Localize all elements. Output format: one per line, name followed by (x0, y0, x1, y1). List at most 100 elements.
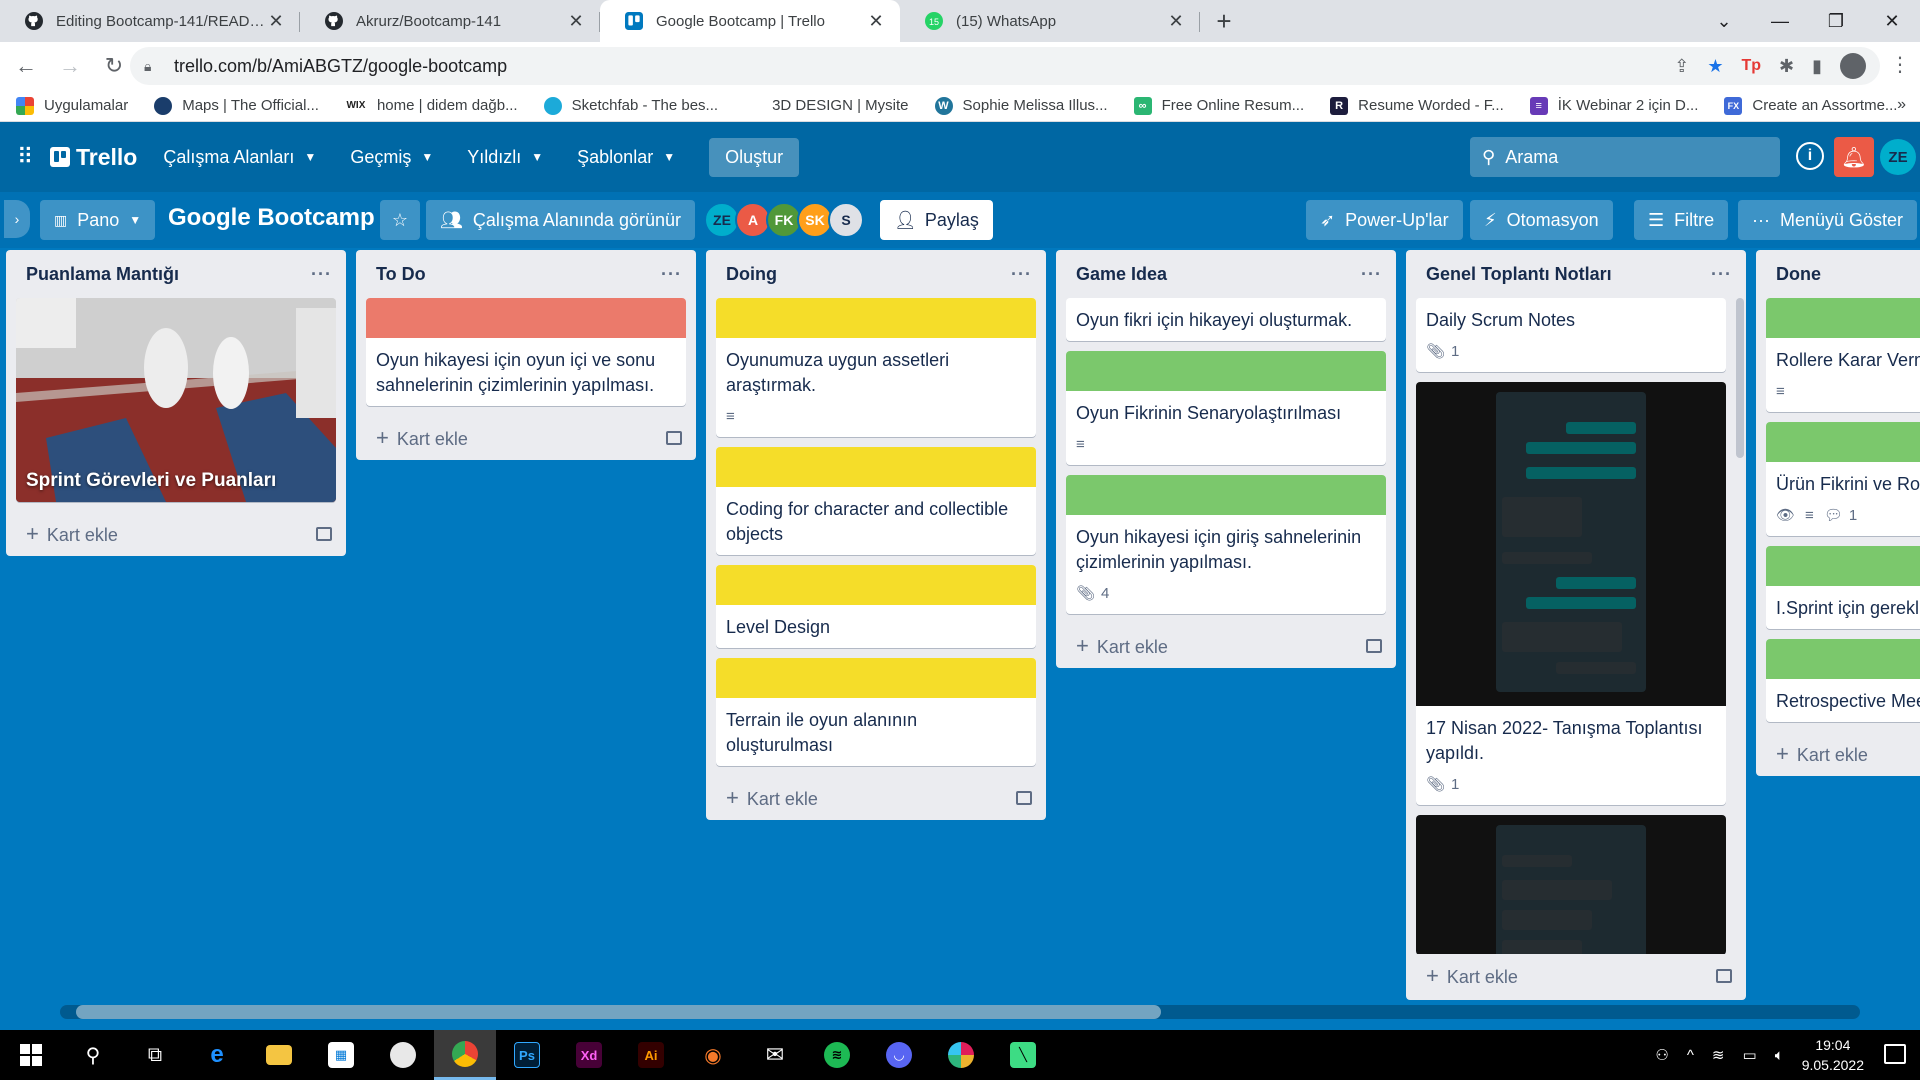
close-tab-icon[interactable]: ✕ (566, 11, 586, 32)
extensions-puzzle-icon[interactable]: ✱ (1779, 56, 1794, 77)
browser-tab-repo[interactable]: Akrurz/Bootcamp-141 ✕ (300, 0, 600, 42)
slack-icon[interactable] (930, 1030, 992, 1080)
spotify-icon[interactable]: ≋ (806, 1030, 868, 1080)
close-tab-icon[interactable]: ✕ (266, 11, 286, 32)
back-button[interactable]: ← (8, 48, 44, 84)
wifi-icon[interactable]: ≋ (1712, 1046, 1725, 1064)
menu-recent[interactable]: Geçmiş ▼ (350, 147, 433, 168)
task-view-icon[interactable]: ⧉ (124, 1030, 186, 1080)
bookmark-ik-webinar[interactable]: ≡ İK Webinar 2 için D... (1529, 96, 1698, 115)
list-title[interactable]: Doing (726, 264, 777, 285)
card[interactable]: Level Design (716, 565, 1036, 648)
show-menu-button[interactable]: ··· Menüyü Göster (1738, 200, 1918, 240)
browser-tab-trello[interactable]: Google Bootcamp | Trello ✕ (600, 0, 900, 42)
info-icon[interactable]: i (1796, 142, 1824, 170)
search-icon[interactable]: ⚲ (62, 1030, 124, 1080)
card[interactable]: Oyun hikayesi için oyun içi ve sonu sahn… (366, 298, 686, 406)
automation-button[interactable]: ⚡︎ Otomasyon (1470, 200, 1613, 240)
card-template-icon[interactable] (1366, 639, 1382, 653)
card[interactable]: Oyun fikri için hikayeyi oluşturmak. (1066, 298, 1386, 341)
list-title[interactable]: Done (1776, 264, 1821, 285)
share-button[interactable]: 👤︎ Paylaş (880, 200, 993, 240)
card[interactable] (1416, 815, 1726, 954)
bookmark-3d-design[interactable]: 3D DESIGN | Mysite (744, 97, 908, 115)
board-title[interactable]: Google Bootcamp (168, 204, 375, 232)
card-template-icon[interactable] (1016, 791, 1032, 805)
card[interactable]: Oyunumuza uygun assetleri araştırmak. ≡ (716, 298, 1036, 437)
file-explorer-icon[interactable] (248, 1030, 310, 1080)
bookmark-resume[interactable]: ∞ Free Online Resum... (1133, 96, 1304, 115)
editor-icon[interactable]: ╲ (992, 1030, 1054, 1080)
bookmark-resume-worded[interactable]: R Resume Worded - F... (1330, 96, 1504, 115)
mail-icon[interactable]: ✉︎ (744, 1030, 806, 1080)
bookmark-wix[interactable]: WIX home | didem dağb... (345, 97, 517, 115)
volume-icon[interactable]: 🔈︎ (1775, 1047, 1784, 1064)
list-menu-icon[interactable]: ··· (1011, 264, 1032, 285)
board-view-switcher[interactable]: ▥ Pano ▼ (40, 200, 156, 240)
browser-menu-icon[interactable]: ⋮ (1890, 52, 1910, 77)
card-template-icon[interactable] (666, 431, 682, 445)
store-icon[interactable]: ▦ (310, 1030, 372, 1080)
clock[interactable]: 19:04 9.05.2022 (1802, 1035, 1864, 1075)
notification-bell-icon[interactable]: 🔔︎ (1834, 137, 1874, 177)
more-bookmarks-icon[interactable]: » (1897, 96, 1906, 114)
powerups-button[interactable]: ➶ Power-Up'lar (1306, 200, 1463, 240)
card[interactable]: Coding for character and collectible obj… (716, 447, 1036, 555)
tab-search-icon[interactable]: ⌄ (1696, 0, 1752, 42)
add-card-button[interactable]: + Kart ekle (356, 416, 696, 460)
minimize-button[interactable]: — (1752, 0, 1808, 42)
bookmark-assortment[interactable]: FX Create an Assortme... (1724, 96, 1897, 115)
discord-icon[interactable]: ◡ (868, 1030, 930, 1080)
list-title[interactable]: Game Idea (1076, 264, 1167, 285)
add-card-button[interactable]: + Kart ekle (1056, 624, 1396, 668)
card[interactable]: Daily Scrum Notes 📎︎ 1 (1416, 298, 1726, 372)
star-board-button[interactable]: ☆ (380, 200, 420, 240)
new-tab-button[interactable]: + (1204, 0, 1244, 42)
list-menu-icon[interactable]: ··· (1361, 264, 1382, 285)
reload-button[interactable]: ↻ (96, 48, 132, 84)
member-avatar[interactable]: S (828, 202, 864, 238)
list-title[interactable]: Genel Toplantı Notları (1426, 264, 1612, 285)
browser-tab-whatsapp[interactable]: 15 (15) WhatsApp ✕ (900, 0, 1200, 42)
menu-starred[interactable]: Yıldızlı ▼ (467, 147, 543, 168)
list-menu-icon[interactable]: ··· (311, 264, 332, 285)
card[interactable]: Terrain ile oyun alanının oluşturulması (716, 658, 1036, 766)
chrome-icon[interactable] (434, 1030, 496, 1080)
browser-tab-readme[interactable]: Editing Bootcamp-141/README. ✕ (0, 0, 300, 42)
card[interactable]: Rollere Karar Verme ≡ (1766, 298, 1920, 412)
card[interactable]: Sprint Görevleri ve Puanları (16, 298, 336, 502)
filter-button[interactable]: ☰ Filtre (1634, 200, 1729, 240)
scrollbar-thumb[interactable] (76, 1005, 1161, 1019)
bookmark-sophie[interactable]: W Sophie Melissa Illus... (934, 96, 1108, 115)
maximize-button[interactable]: ❐ (1808, 0, 1864, 42)
list-title[interactable]: Puanlama Mantığı (26, 264, 179, 285)
adobe-xd-icon[interactable]: Xd (558, 1030, 620, 1080)
visibility-button[interactable]: 👥︎ Çalışma Alanında görünür (426, 200, 695, 240)
add-card-button[interactable]: + Kart ekle (6, 512, 346, 556)
card[interactable]: Retrospective Meet (1766, 639, 1920, 722)
edge-icon[interactable]: e (186, 1030, 248, 1080)
close-window-button[interactable]: ✕ (1864, 0, 1920, 42)
add-card-button[interactable]: + Kart ekle (706, 776, 1046, 820)
windows-start-icon[interactable] (0, 1030, 62, 1080)
list-menu-icon[interactable]: ··· (661, 264, 682, 285)
menu-workspaces[interactable]: Çalışma Alanları ▼ (163, 147, 316, 168)
close-tab-icon[interactable]: ✕ (1166, 11, 1186, 32)
photoshop-icon[interactable]: Ps (496, 1030, 558, 1080)
profile-avatar[interactable] (1840, 53, 1866, 79)
menu-templates[interactable]: Şablonlar ▼ (577, 147, 675, 168)
trello-logo[interactable]: Trello (50, 144, 137, 171)
card-template-icon[interactable] (316, 527, 332, 541)
extension-tp-icon[interactable]: Tp (1741, 57, 1761, 75)
search-input[interactable]: ⚲ Arama (1470, 137, 1780, 177)
battery-icon[interactable]: ▭ (1743, 1046, 1757, 1064)
expand-sidebar-button[interactable]: › (4, 200, 30, 238)
user-avatar[interactable]: ZE (1880, 139, 1916, 175)
add-card-button[interactable]: + Kart ekle (1756, 732, 1920, 776)
list-menu-icon[interactable]: ··· (1711, 264, 1732, 285)
card[interactable]: Oyun hikayesi için giriş sahnelerinin çi… (1066, 475, 1386, 614)
notification-center-icon[interactable] (1884, 1044, 1906, 1064)
url-bar[interactable]: 🔒︎ trello.com/b/AmiABGTZ/google-bootcamp… (130, 47, 1880, 85)
side-panel-icon[interactable]: ▮ (1812, 56, 1822, 77)
add-card-button[interactable]: + Kart ekle (1406, 954, 1746, 998)
